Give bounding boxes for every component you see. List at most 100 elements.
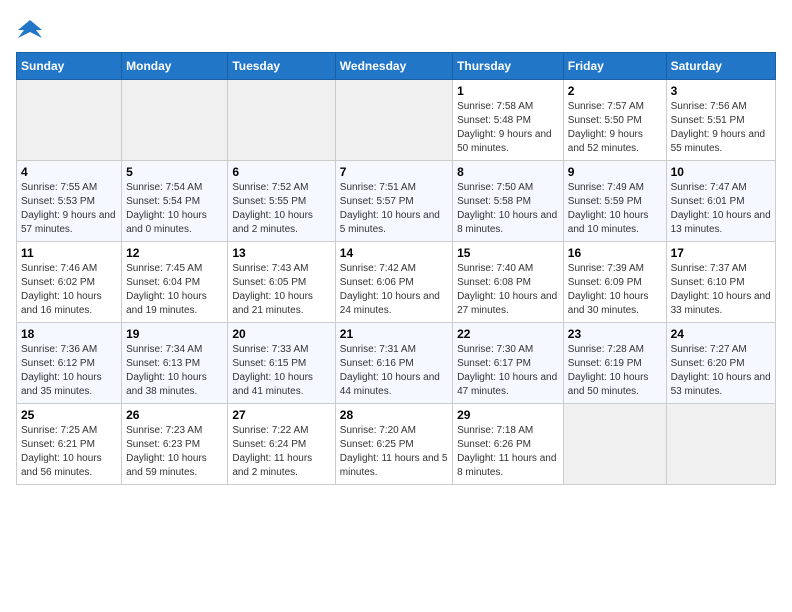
calendar-week-row: 1 Sunrise: 7:58 AMSunset: 5:48 PMDaylight…	[17, 80, 776, 161]
day-number: 14	[340, 246, 448, 260]
weekday-header-tuesday: Tuesday	[228, 53, 335, 80]
day-number: 2	[568, 84, 662, 98]
day-number: 19	[126, 327, 223, 341]
day-number: 22	[457, 327, 559, 341]
calendar-day-cell: 29 Sunrise: 7:18 AMSunset: 6:26 PMDayligh…	[453, 404, 564, 485]
day-info: Sunrise: 7:45 AMSunset: 6:04 PMDaylight:…	[126, 262, 223, 318]
calendar-day-cell: 23 Sunrise: 7:28 AMSunset: 6:19 PMDayligh…	[563, 323, 666, 404]
day-info: Sunrise: 7:33 AMSunset: 6:15 PMDaylight:…	[232, 343, 330, 399]
day-number: 26	[126, 408, 223, 422]
calendar-day-cell	[228, 80, 335, 161]
weekday-header-saturday: Saturday	[666, 53, 775, 80]
day-number: 3	[671, 84, 771, 98]
calendar-table: SundayMondayTuesdayWednesdayThursdayFrid…	[16, 52, 776, 485]
day-info: Sunrise: 7:50 AMSunset: 5:58 PMDaylight:…	[457, 181, 559, 237]
calendar-day-cell	[563, 404, 666, 485]
calendar-day-cell: 14 Sunrise: 7:42 AMSunset: 6:06 PMDayligh…	[335, 242, 452, 323]
calendar-day-cell: 11 Sunrise: 7:46 AMSunset: 6:02 PMDayligh…	[17, 242, 122, 323]
day-info: Sunrise: 7:27 AMSunset: 6:20 PMDaylight:…	[671, 343, 771, 399]
day-number: 4	[21, 165, 117, 179]
day-number: 11	[21, 246, 117, 260]
calendar-day-cell: 8 Sunrise: 7:50 AMSunset: 5:58 PMDaylight…	[453, 161, 564, 242]
weekday-header-wednesday: Wednesday	[335, 53, 452, 80]
day-info: Sunrise: 7:46 AMSunset: 6:02 PMDaylight:…	[21, 262, 117, 318]
day-info: Sunrise: 7:40 AMSunset: 6:08 PMDaylight:…	[457, 262, 559, 318]
day-number: 1	[457, 84, 559, 98]
calendar-day-cell	[666, 404, 775, 485]
calendar-day-cell: 1 Sunrise: 7:58 AMSunset: 5:48 PMDaylight…	[453, 80, 564, 161]
day-number: 28	[340, 408, 448, 422]
calendar-day-cell: 7 Sunrise: 7:51 AMSunset: 5:57 PMDaylight…	[335, 161, 452, 242]
calendar-day-cell: 24Sunrise: 7:27 AMSunset: 6:20 PMDayligh…	[666, 323, 775, 404]
day-info: Sunrise: 7:36 AMSunset: 6:12 PMDaylight:…	[21, 343, 117, 399]
day-number: 17	[671, 246, 771, 260]
weekday-header-sunday: Sunday	[17, 53, 122, 80]
day-info: Sunrise: 7:25 AMSunset: 6:21 PMDaylight:…	[21, 424, 117, 480]
calendar-day-cell: 12Sunrise: 7:45 AMSunset: 6:04 PMDayligh…	[122, 242, 228, 323]
day-info: Sunrise: 7:58 AMSunset: 5:48 PMDaylight:…	[457, 100, 559, 156]
calendar-day-cell: 22 Sunrise: 7:30 AMSunset: 6:17 PMDayligh…	[453, 323, 564, 404]
calendar-day-cell: 3 Sunrise: 7:56 AMSunset: 5:51 PMDaylight…	[666, 80, 775, 161]
weekday-header-row: SundayMondayTuesdayWednesdayThursdayFrid…	[17, 53, 776, 80]
calendar-day-cell: 6 Sunrise: 7:52 AMSunset: 5:55 PMDaylight…	[228, 161, 335, 242]
day-info: Sunrise: 7:52 AMSunset: 5:55 PMDaylight:…	[232, 181, 330, 237]
calendar-day-cell: 17 Sunrise: 7:37 AMSunset: 6:10 PMDayligh…	[666, 242, 775, 323]
day-info: Sunrise: 7:18 AMSunset: 6:26 PMDaylight:…	[457, 424, 559, 480]
day-number: 25	[21, 408, 117, 422]
calendar-day-cell: 10 Sunrise: 7:47 AMSunset: 6:01 PMDayligh…	[666, 161, 775, 242]
calendar-day-cell	[122, 80, 228, 161]
day-info: Sunrise: 7:39 AMSunset: 6:09 PMDaylight:…	[568, 262, 662, 318]
calendar-day-cell: 26 Sunrise: 7:23 AMSunset: 6:23 PMDayligh…	[122, 404, 228, 485]
day-info: Sunrise: 7:54 AMSunset: 5:54 PMDaylight:…	[126, 181, 223, 237]
day-info: Sunrise: 7:23 AMSunset: 6:23 PMDaylight:…	[126, 424, 223, 480]
calendar-day-cell: 9Sunrise: 7:49 AMSunset: 5:59 PMDaylight…	[563, 161, 666, 242]
day-info: Sunrise: 7:31 AMSunset: 6:16 PMDaylight:…	[340, 343, 448, 399]
calendar-week-row: 18 Sunrise: 7:36 AMSunset: 6:12 PMDayligh…	[17, 323, 776, 404]
calendar-day-cell: 28 Sunrise: 7:20 AMSunset: 6:25 PMDayligh…	[335, 404, 452, 485]
day-number: 13	[232, 246, 330, 260]
day-info: Sunrise: 7:37 AMSunset: 6:10 PMDaylight:…	[671, 262, 771, 318]
day-info: Sunrise: 7:56 AMSunset: 5:51 PMDaylight:…	[671, 100, 771, 156]
day-info: Sunrise: 7:28 AMSunset: 6:19 PMDaylight:…	[568, 343, 662, 399]
day-info: Sunrise: 7:42 AMSunset: 6:06 PMDaylight:…	[340, 262, 448, 318]
calendar-day-cell: 5 Sunrise: 7:54 AMSunset: 5:54 PMDaylight…	[122, 161, 228, 242]
day-number: 23	[568, 327, 662, 341]
weekday-header-thursday: Thursday	[453, 53, 564, 80]
day-number: 27	[232, 408, 330, 422]
day-info: Sunrise: 7:22 AMSunset: 6:24 PMDaylight:…	[232, 424, 330, 480]
day-info: Sunrise: 7:47 AMSunset: 6:01 PMDaylight:…	[671, 181, 771, 237]
day-number: 8	[457, 165, 559, 179]
calendar-day-cell: 16 Sunrise: 7:39 AMSunset: 6:09 PMDayligh…	[563, 242, 666, 323]
day-info: Sunrise: 7:34 AMSunset: 6:13 PMDaylight:…	[126, 343, 223, 399]
calendar-day-cell: 25 Sunrise: 7:25 AMSunset: 6:21 PMDayligh…	[17, 404, 122, 485]
weekday-header-monday: Monday	[122, 53, 228, 80]
day-number: 16	[568, 246, 662, 260]
day-number: 20	[232, 327, 330, 341]
day-number: 7	[340, 165, 448, 179]
day-number: 9	[568, 165, 662, 179]
day-number: 5	[126, 165, 223, 179]
day-number: 18	[21, 327, 117, 341]
day-number: 10	[671, 165, 771, 179]
day-info: Sunrise: 7:30 AMSunset: 6:17 PMDaylight:…	[457, 343, 559, 399]
day-number: 6	[232, 165, 330, 179]
day-info: Sunrise: 7:43 AMSunset: 6:05 PMDaylight:…	[232, 262, 330, 318]
calendar-day-cell: 4Sunrise: 7:55 AMSunset: 5:53 PMDaylight…	[17, 161, 122, 242]
day-number: 29	[457, 408, 559, 422]
calendar-day-cell: 21 Sunrise: 7:31 AMSunset: 6:16 PMDayligh…	[335, 323, 452, 404]
calendar-day-cell: 15Sunrise: 7:40 AMSunset: 6:08 PMDayligh…	[453, 242, 564, 323]
page-header	[16, 16, 776, 44]
weekday-header-friday: Friday	[563, 53, 666, 80]
logo-icon	[16, 16, 44, 44]
day-number: 21	[340, 327, 448, 341]
calendar-day-cell: 13 Sunrise: 7:43 AMSunset: 6:05 PMDayligh…	[228, 242, 335, 323]
calendar-day-cell: 19 Sunrise: 7:34 AMSunset: 6:13 PMDayligh…	[122, 323, 228, 404]
calendar-day-cell: 2Sunrise: 7:57 AMSunset: 5:50 PMDaylight…	[563, 80, 666, 161]
calendar-day-cell	[335, 80, 452, 161]
calendar-day-cell: 18 Sunrise: 7:36 AMSunset: 6:12 PMDayligh…	[17, 323, 122, 404]
day-info: Sunrise: 7:20 AMSunset: 6:25 PMDaylight:…	[340, 424, 448, 480]
calendar-day-cell: 27 Sunrise: 7:22 AMSunset: 6:24 PMDayligh…	[228, 404, 335, 485]
day-info: Sunrise: 7:51 AMSunset: 5:57 PMDaylight:…	[340, 181, 448, 237]
calendar-week-row: 4Sunrise: 7:55 AMSunset: 5:53 PMDaylight…	[17, 161, 776, 242]
calendar-week-row: 11 Sunrise: 7:46 AMSunset: 6:02 PMDayligh…	[17, 242, 776, 323]
